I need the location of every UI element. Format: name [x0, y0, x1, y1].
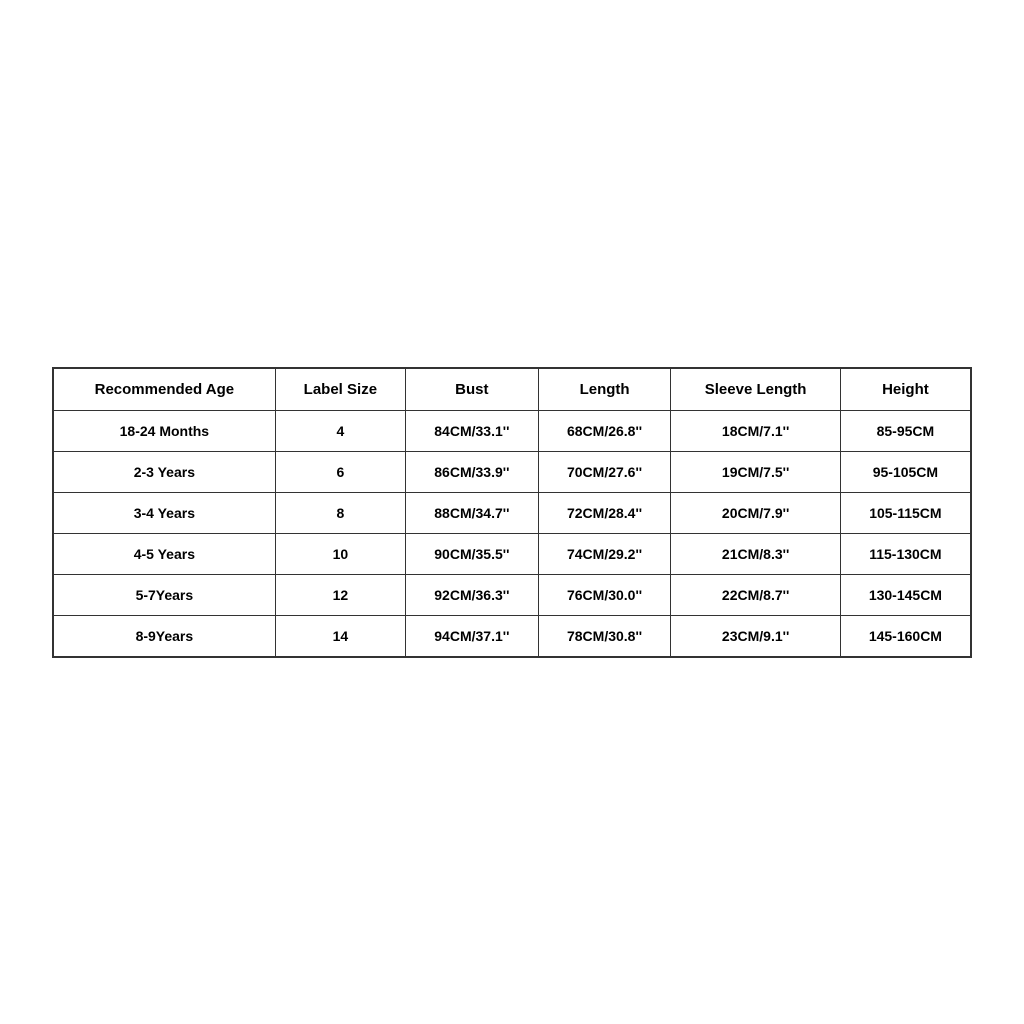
- cell-row1-col5: 95-105CM: [840, 451, 971, 492]
- col-header-label-size: Label Size: [275, 368, 405, 411]
- cell-row5-col5: 145-160CM: [840, 615, 971, 657]
- cell-row1-col2: 86CM/33.9'': [405, 451, 538, 492]
- cell-row2-col3: 72CM/28.4'': [538, 492, 671, 533]
- cell-row1-col3: 70CM/27.6'': [538, 451, 671, 492]
- cell-row0-col4: 18CM/7.1'': [671, 410, 840, 451]
- cell-row4-col4: 22CM/8.7'': [671, 574, 840, 615]
- cell-row3-col0: 4-5 Years: [53, 533, 275, 574]
- cell-row5-col4: 23CM/9.1'': [671, 615, 840, 657]
- cell-row4-col5: 130-145CM: [840, 574, 971, 615]
- cell-row2-col4: 20CM/7.9'': [671, 492, 840, 533]
- col-header-bust: Bust: [405, 368, 538, 411]
- col-header-height: Height: [840, 368, 971, 411]
- cell-row1-col1: 6: [275, 451, 405, 492]
- cell-row1-col4: 19CM/7.5'': [671, 451, 840, 492]
- table-row: 5-7Years1292CM/36.3''76CM/30.0''22CM/8.7…: [53, 574, 971, 615]
- size-chart-table: Recommended Age Label Size Bust Length S…: [52, 367, 972, 658]
- cell-row0-col0: 18-24 Months: [53, 410, 275, 451]
- cell-row3-col5: 115-130CM: [840, 533, 971, 574]
- cell-row0-col5: 85-95CM: [840, 410, 971, 451]
- cell-row5-col2: 94CM/37.1'': [405, 615, 538, 657]
- cell-row1-col0: 2-3 Years: [53, 451, 275, 492]
- cell-row5-col1: 14: [275, 615, 405, 657]
- table-row: 2-3 Years686CM/33.9''70CM/27.6''19CM/7.5…: [53, 451, 971, 492]
- cell-row3-col2: 90CM/35.5'': [405, 533, 538, 574]
- col-header-length: Length: [538, 368, 671, 411]
- cell-row0-col3: 68CM/26.8'': [538, 410, 671, 451]
- cell-row0-col2: 84CM/33.1'': [405, 410, 538, 451]
- cell-row5-col3: 78CM/30.8'': [538, 615, 671, 657]
- col-header-sleeve-length: Sleeve Length: [671, 368, 840, 411]
- cell-row4-col2: 92CM/36.3'': [405, 574, 538, 615]
- cell-row3-col1: 10: [275, 533, 405, 574]
- table-header-row: Recommended Age Label Size Bust Length S…: [53, 368, 971, 411]
- cell-row2-col1: 8: [275, 492, 405, 533]
- cell-row2-col2: 88CM/34.7'': [405, 492, 538, 533]
- table-row: 4-5 Years1090CM/35.5''74CM/29.2''21CM/8.…: [53, 533, 971, 574]
- table-row: 18-24 Months484CM/33.1''68CM/26.8''18CM/…: [53, 410, 971, 451]
- cell-row2-col5: 105-115CM: [840, 492, 971, 533]
- cell-row0-col1: 4: [275, 410, 405, 451]
- cell-row4-col3: 76CM/30.0'': [538, 574, 671, 615]
- table-row: 8-9Years1494CM/37.1''78CM/30.8''23CM/9.1…: [53, 615, 971, 657]
- cell-row3-col3: 74CM/29.2'': [538, 533, 671, 574]
- col-header-age: Recommended Age: [53, 368, 275, 411]
- cell-row4-col0: 5-7Years: [53, 574, 275, 615]
- cell-row3-col4: 21CM/8.3'': [671, 533, 840, 574]
- size-chart-container: Recommended Age Label Size Bust Length S…: [52, 367, 972, 658]
- cell-row2-col0: 3-4 Years: [53, 492, 275, 533]
- cell-row5-col0: 8-9Years: [53, 615, 275, 657]
- table-row: 3-4 Years888CM/34.7''72CM/28.4''20CM/7.9…: [53, 492, 971, 533]
- cell-row4-col1: 12: [275, 574, 405, 615]
